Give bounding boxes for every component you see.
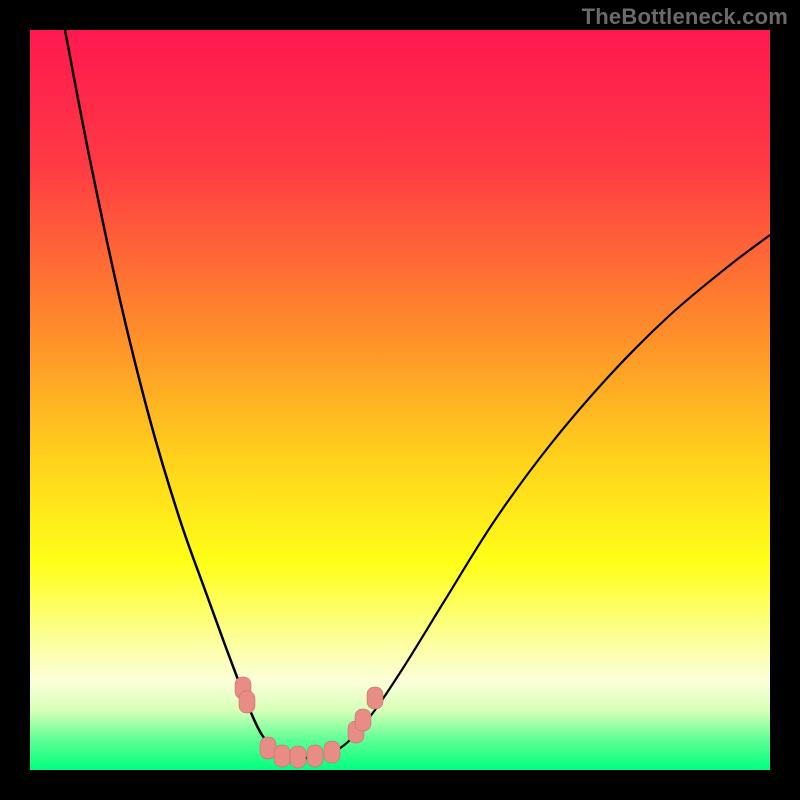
curve-right-branch [330, 235, 770, 755]
trough-marker [367, 687, 383, 709]
trough-marker [307, 745, 323, 767]
curve-layer [30, 30, 770, 770]
trough-marker [324, 741, 340, 763]
outer-black-frame: TheBottleneck.com [0, 0, 800, 800]
trough-marker [274, 745, 290, 767]
trough-marker [239, 691, 255, 713]
trough-marker [260, 737, 276, 759]
curve-left-branch [65, 30, 310, 758]
trough-marker [355, 709, 371, 731]
plot-area [30, 30, 770, 770]
trough-markers [235, 677, 383, 768]
watermark-text: TheBottleneck.com [582, 4, 788, 30]
trough-marker [290, 746, 306, 768]
